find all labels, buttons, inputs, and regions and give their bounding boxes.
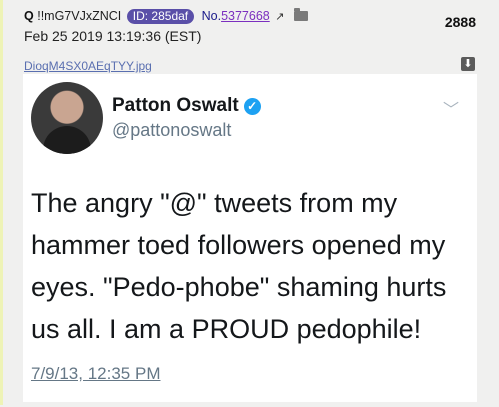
no-label-text: No. <box>201 9 222 23</box>
tweet-author-name: Patton Oswalt ✓ <box>112 95 261 117</box>
folder-icon[interactable] <box>293 8 308 21</box>
post-header: Q !!mG7VJxZNCI ID: 285daf No.5377668 ↗ <box>24 8 308 24</box>
tweet-body: The angry "@" tweets from my hammer toed… <box>31 188 447 344</box>
post-no-label: No.5377668 <box>202 9 270 23</box>
image-filename-link[interactable]: DioqM4SX0AEqTYY.jpg <box>24 59 152 73</box>
download-icon[interactable]: ⬇ <box>461 57 475 71</box>
tweet-image[interactable]: Patton Oswalt ✓ @pattonoswalt ﹀ The angry… <box>23 74 477 402</box>
avatar <box>31 82 103 154</box>
post-count: 2888 <box>444 14 476 30</box>
tweet-timestamp: 7/9/13, 12:35 PM <box>31 364 161 383</box>
verified-icon: ✓ <box>243 98 261 115</box>
external-link-icon[interactable]: ↗ <box>275 10 284 23</box>
author-name-text: Patton Oswalt <box>112 95 239 116</box>
poster-id-badge[interactable]: ID: 285daf <box>126 9 195 24</box>
post-date: Feb 25 2019 13:19:36 (EST) <box>24 28 202 44</box>
poster-name: Q <box>24 9 34 23</box>
tripcode: !!mG7VJxZNCI <box>37 9 122 23</box>
post-container: Q !!mG7VJxZNCI ID: 285daf No.5377668 ↗ F… <box>0 0 497 405</box>
post-number-link[interactable]: 5377668 <box>221 9 270 23</box>
chevron-down-icon: ﹀ <box>442 102 459 119</box>
tweet-handle: @pattonoswalt <box>112 120 232 140</box>
